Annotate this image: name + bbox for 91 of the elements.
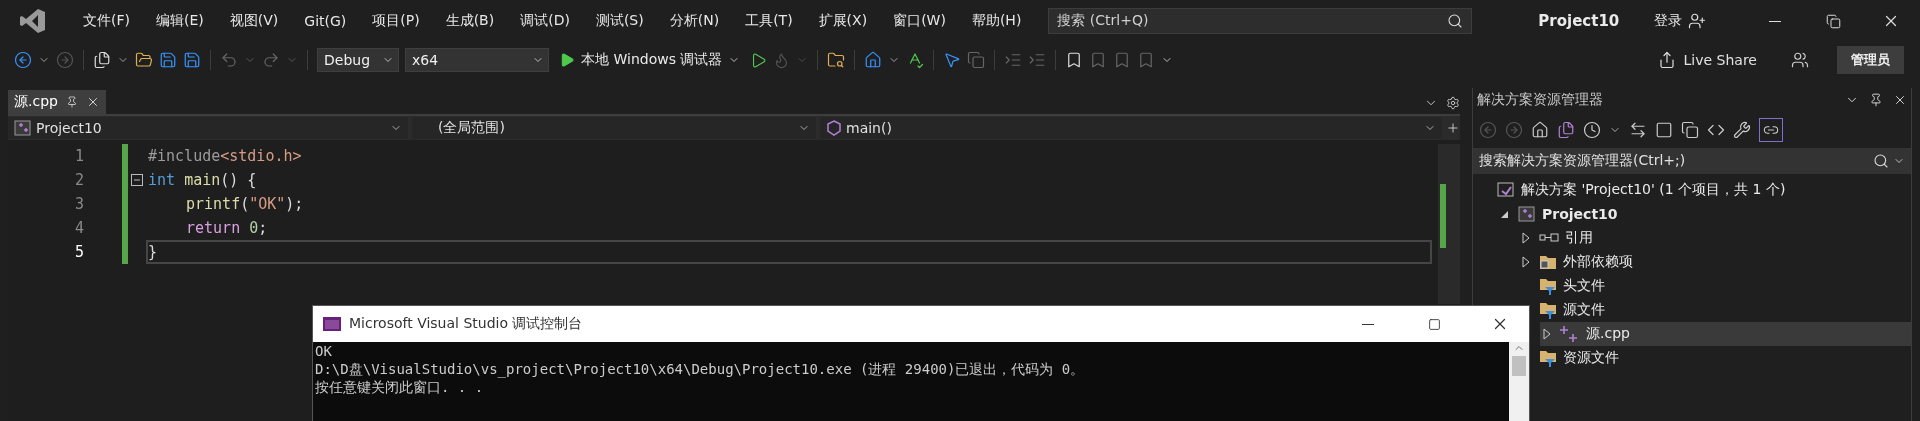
tree-item[interactable]: 源文件 [1539,298,1911,322]
undo-icon[interactable] [220,51,238,69]
method-icon [826,120,842,136]
menu-item[interactable]: 文件(F) [70,12,143,30]
menu-item[interactable]: 帮助(H) [958,12,1035,30]
solution-search-field[interactable]: 搜索解决方案资源管理器(Ctrl+;) [1473,148,1911,174]
editor-tab[interactable]: 源.cpp [8,90,106,114]
logo-icon [18,6,48,36]
code-line: #include<stdio.h> [147,146,303,167]
code-line: return 0; [185,218,269,239]
minimize-icon [1769,20,1781,22]
save-icon[interactable] [159,51,177,69]
references-icon [1539,232,1559,244]
folder-search-icon[interactable] [827,51,846,69]
menu-item[interactable]: 视图(V) [216,12,292,30]
menu-item[interactable]: 测试(S) [582,12,657,30]
play-icon [559,52,575,68]
filter-folder-icon [1539,277,1557,295]
restore-icon [1825,13,1841,29]
window-title: Project10 [1538,12,1620,30]
menu-item[interactable]: 编辑(E) [143,12,217,30]
filter-folder-icon [1539,349,1557,367]
cpp-file-icon [1560,325,1580,343]
menu-item[interactable]: 工具(T) [732,12,806,30]
sync-icon[interactable] [1629,121,1647,139]
tree-item[interactable]: 资源文件 [1539,346,1911,370]
scroll-thumb[interactable] [1512,356,1526,376]
share-icon [1657,51,1676,69]
code-line: printf("OK"); [185,194,305,215]
back-icon[interactable] [14,51,32,69]
pointer-icon[interactable] [943,51,962,69]
filter-folder-icon [1539,301,1557,319]
menu-item[interactable]: 分析(N) [656,12,733,30]
line-number: 5 [73,242,84,263]
maximize-icon [1427,317,1441,331]
configuration-dropdown[interactable]: Debug [317,48,399,72]
close-icon[interactable] [1893,93,1907,107]
line-number: 2 [73,170,84,191]
menu-item[interactable]: 扩展(X) [805,12,881,30]
console-line: OK [315,342,333,360]
search-field[interactable]: 搜索 (Ctrl+Q) [1048,8,1473,34]
admin-button[interactable]: 管理员 [1837,46,1904,74]
user-icon[interactable] [1688,12,1706,30]
home-icon[interactable] [1531,121,1549,139]
tree-item[interactable]: 源.cpp [1540,322,1911,346]
line-number: 4 [73,218,84,239]
console-line: D:\D盘\VisualStudio\vs_project\Project10\x64\Debug\Project10.exe (进程 29400)已退出，代码为 0。 [315,360,1086,378]
live-share-button[interactable]: Live Share [1657,51,1757,69]
run-button[interactable]: 本地 Windows 调试器 [555,51,745,69]
open-folder-icon[interactable] [135,51,153,69]
project-icon [14,119,32,137]
change-marker [1440,184,1446,248]
pin-icon[interactable] [1869,93,1883,107]
project-dropdown[interactable]: Project10 [8,117,408,139]
minimize-icon [1362,323,1374,325]
preview-toggle[interactable] [1759,118,1783,142]
line-number: 1 [73,146,84,167]
platform-dropdown[interactable]: x64 [405,48,549,72]
tree-item[interactable]: 引用 [1519,226,1911,250]
menu-item[interactable]: 窗口(W) [880,12,959,30]
search-icon [1447,13,1464,29]
home-icon[interactable] [864,51,883,69]
tree-item[interactable]: Project10 [1498,202,1911,226]
copy-icon[interactable] [967,51,986,69]
menu-item[interactable]: Git(G) [291,13,360,29]
console-title: Microsoft Visual Studio 调试控制台 [349,315,583,333]
menu-item[interactable]: 项目(P) [359,12,433,30]
save-all-icon[interactable] [183,51,201,69]
menu-item[interactable]: 调试(D) [507,12,583,30]
pin-icon[interactable] [65,96,78,108]
console-icon [323,317,341,331]
console-line: 按任意键关闭此窗口. . . [315,378,485,396]
tree-item[interactable]: 头文件 [1539,274,1911,298]
project-icon [1518,205,1536,223]
search-icon [1873,153,1889,169]
member-dropdown[interactable]: main() [820,117,1442,139]
settings-icon[interactable] [1446,96,1460,110]
code-line: int main() { [147,170,258,191]
redo-icon[interactable] [262,51,280,69]
scrollbar[interactable] [1509,342,1529,421]
scope-dropdown[interactable]: (全局范围) [412,117,816,139]
collapse-icon[interactable] [131,174,143,186]
tree-item[interactable]: 解决方案 'Project10' (1 个项目，共 1 个) [1497,178,1911,202]
line-number: 3 [73,194,84,215]
panel-title: 解决方案资源管理器 [1477,91,1603,109]
scrollbar[interactable] [1438,144,1460,304]
folder-icon [1539,254,1557,270]
tree-item[interactable]: 外部依赖项 [1519,250,1911,274]
menu-item[interactable]: 生成(B) [432,12,508,30]
sign-in-link[interactable]: 登录 [1654,12,1682,30]
solution-icon [1497,181,1515,199]
